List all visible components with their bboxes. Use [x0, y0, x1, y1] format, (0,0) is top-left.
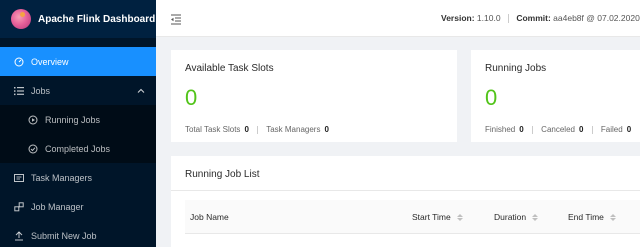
divider	[591, 125, 593, 134]
divider	[507, 14, 509, 24]
total-slots-value: 0	[244, 125, 249, 134]
sidebar-menu: Overview Jobs Running Jobs Completed Job…	[0, 47, 156, 247]
build-icon	[14, 201, 24, 212]
dashboard-icon	[14, 57, 24, 67]
sidebar-item-label: Submit New Job	[31, 230, 97, 241]
version-label: Version:	[441, 13, 475, 23]
task-slots-card: Available Task Slots 0 Total Task Slots 0…	[171, 50, 457, 142]
sort-icon[interactable]	[609, 213, 616, 221]
sidebar-item-label: Job Manager	[31, 201, 84, 212]
version-value: 1.10.0	[476, 13, 501, 23]
sidebar-item-label: Task Managers	[31, 172, 93, 183]
menu-fold-icon[interactable]	[170, 12, 182, 25]
job-table-header: Job Name Start Time Duration End Time	[185, 200, 640, 234]
list-icon	[14, 86, 24, 96]
top-header: Version: 1.10.0 Commit: aa4eb8f @ 07.02.…	[156, 0, 640, 37]
running-jobs-value: 0	[485, 85, 498, 110]
column-label: Duration	[494, 212, 527, 222]
column-end-time[interactable]: End Time	[568, 212, 616, 222]
jobs-footer: Finished 0 Canceled 0 Failed 0	[485, 125, 631, 134]
sidebar-item-running-jobs[interactable]: Running Jobs	[0, 105, 156, 134]
canceled-label: Canceled	[541, 125, 575, 134]
sidebar-item-completed-jobs[interactable]: Completed Jobs	[0, 134, 156, 163]
total-slots-label: Total Task Slots	[185, 125, 241, 134]
failed-label: Failed	[600, 125, 623, 134]
sidebar-item-task-managers[interactable]: Task Managers	[0, 163, 156, 192]
card-title: Running Jobs	[485, 63, 547, 74]
available-slots-value: 0	[185, 85, 198, 110]
column-label: Job Name	[190, 212, 229, 222]
app-title: Apache Flink Dashboard	[38, 13, 156, 25]
task-managers-label: Task Managers	[266, 125, 321, 134]
sidebar: Apache Flink Dashboard Overview Jobs Run…	[0, 0, 156, 247]
sort-icon[interactable]	[532, 213, 539, 221]
upload-icon	[14, 230, 24, 241]
column-label: End Time	[568, 212, 604, 222]
failed-value: 0	[626, 125, 632, 134]
sidebar-item-label: Completed Jobs	[45, 143, 111, 154]
canceled-value: 0	[578, 125, 584, 134]
running-job-list-card: Running Job List Job Name Start Time Dur…	[171, 156, 640, 247]
running-jobs-card: Running Jobs 0 Finished 0 Canceled 0 Faile…	[471, 50, 640, 142]
divider	[257, 125, 259, 134]
finished-value: 0	[519, 125, 524, 134]
column-duration[interactable]: Duration	[494, 212, 539, 222]
column-label: Start Time	[412, 212, 451, 222]
divider	[531, 125, 533, 134]
sidebar-item-label: Jobs	[31, 85, 51, 96]
schedule-icon	[14, 173, 24, 183]
sidebar-item-jobs[interactable]: Jobs	[0, 76, 156, 105]
commit-label: Commit:	[516, 13, 551, 23]
version-info: Version: 1.10.0 Commit: aa4eb8f @ 07.02.…	[441, 13, 640, 24]
task-managers-value: 0	[324, 125, 329, 134]
check-circle-icon	[28, 144, 38, 154]
sidebar-item-label: Overview	[31, 56, 69, 67]
sidebar-item-submit-new-job[interactable]: Submit New Job	[0, 221, 156, 247]
finished-label: Finished	[485, 125, 516, 134]
chevron-up-icon[interactable]	[136, 86, 146, 96]
card-title: Running Job List	[185, 169, 260, 180]
card-title: Available Task Slots	[185, 63, 274, 74]
sort-icon[interactable]	[456, 213, 463, 221]
sidebar-item-label: Running Jobs	[45, 114, 101, 125]
play-circle-icon	[28, 115, 38, 125]
brand[interactable]: Apache Flink Dashboard	[0, 0, 156, 38]
slots-footer: Total Task Slots 0 Task Managers 0	[185, 125, 329, 134]
flink-logo-icon	[11, 9, 31, 29]
sidebar-item-job-manager[interactable]: Job Manager	[0, 192, 156, 221]
divider	[171, 190, 640, 191]
sidebar-item-overview[interactable]: Overview	[0, 47, 156, 76]
column-start-time[interactable]: Start Time	[412, 212, 463, 222]
column-job-name[interactable]: Job Name	[190, 212, 229, 222]
commit-value: aa4eb8f @ 07.02.2020 @	[553, 13, 640, 23]
